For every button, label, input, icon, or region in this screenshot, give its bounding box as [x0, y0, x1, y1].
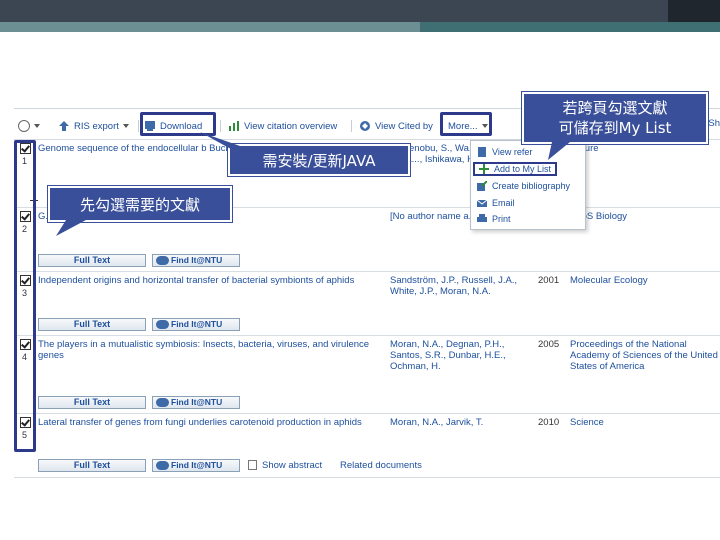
find-it-logo-icon [156, 398, 169, 407]
related-documents-link[interactable]: Related documents [340, 460, 422, 471]
toolbar-divider [220, 120, 221, 132]
chevron-down-icon[interactable] [34, 124, 40, 128]
bar-chart-icon [229, 121, 239, 131]
find-it-button[interactable]: Find It@NTU [152, 318, 240, 331]
select-all-control[interactable] [18, 118, 40, 134]
java-callout-tail [200, 132, 240, 154]
table-row: 3 Independent origins and horizontal tra… [14, 272, 720, 336]
more-highlight [440, 112, 492, 136]
envelope-icon [477, 199, 487, 207]
table-row: 5 Lateral transfer of genes from fungi u… [14, 414, 720, 478]
slide-top-bar-accent [668, 0, 720, 22]
find-it-label: Find It@NTU [171, 397, 223, 407]
find-it-logo-icon [156, 461, 169, 470]
find-it-logo-icon [156, 320, 169, 329]
my-list-callout-tail [548, 142, 570, 160]
chevron-down-icon[interactable] [122, 124, 129, 128]
plus-icon [479, 164, 489, 174]
author-links[interactable]: Moran, N.A., Jarvik, T. [390, 417, 530, 428]
view-cited-by-label: View Cited by [375, 120, 433, 132]
show-abstract-link[interactable]: Show abstract [262, 460, 322, 471]
table-row: 4 The players in a mutualistic symbiosis… [14, 336, 720, 414]
source-title-link[interactable]: Science [570, 417, 720, 428]
menu-item-print[interactable]: Print [477, 212, 511, 225]
select-all-checkbox[interactable] [18, 120, 30, 132]
ris-export-icon [59, 121, 69, 131]
full-text-button[interactable]: Full Text [38, 254, 146, 267]
source-title-link[interactable]: PLoS Biology [570, 211, 720, 222]
menu-item-email[interactable]: Email [477, 196, 515, 209]
select-callout-tail [56, 220, 86, 236]
slide-accent-bar-dark [420, 22, 720, 32]
find-it-label: Find It@NTU [171, 460, 223, 470]
install-java-callout: 需安裝/更新JAVA [227, 143, 411, 177]
my-list-callout: 若跨頁勾選文獻 可儲存到My List [521, 91, 709, 145]
my-list-callout-line2: 可儲存到My List [558, 119, 672, 137]
document-title-link[interactable]: Lateral transfer of genes from fungi und… [38, 417, 378, 428]
menu-item-label: Email [492, 197, 515, 208]
view-citation-overview-label: View citation overview [244, 120, 338, 132]
full-text-button[interactable]: Full Text [38, 459, 146, 472]
source-title-link[interactable]: Nature [570, 143, 720, 154]
author-links[interactable]: Moran, N.A., Degnan, P.H., Santos, S.R.,… [390, 339, 530, 372]
checkbox-column-highlight [14, 140, 36, 452]
publication-year: 2005 [538, 339, 560, 350]
menu-item-add-to-my-list[interactable]: Add to My List [473, 162, 558, 176]
toolbar-divider [138, 120, 139, 132]
pen-icon [477, 180, 487, 191]
menu-item-view-references[interactable]: View refer [477, 145, 532, 158]
document-title-link[interactable]: Independent origins and horizontal trans… [38, 275, 378, 286]
toolbar-divider [351, 120, 352, 132]
ris-export-button[interactable]: RIS export [58, 118, 129, 134]
find-it-label: Find It@NTU [171, 319, 223, 329]
source-title-link[interactable]: Molecular Ecology [570, 275, 720, 286]
full-text-button[interactable]: Full Text [38, 318, 146, 331]
menu-item-label: Create bibliography [492, 180, 571, 191]
publication-year: 2001 [538, 275, 560, 286]
full-text-button[interactable]: Full Text [38, 396, 146, 409]
find-it-button[interactable]: Find It@NTU [152, 254, 240, 267]
menu-item-label: Print [492, 213, 511, 224]
ris-export-label: RIS export [74, 120, 119, 132]
abstract-icon [248, 460, 257, 470]
document-title-link[interactable]: The players in a mutualistic symbiosis: … [38, 339, 378, 361]
view-citation-overview-button[interactable]: View citation overview [228, 118, 337, 134]
menu-item-label: Add to My List [494, 164, 552, 174]
menu-item-label: View refer [492, 146, 533, 157]
find-it-button[interactable]: Find It@NTU [152, 459, 240, 472]
menu-item-create-bibliography[interactable]: Create bibliography [477, 179, 570, 192]
author-links[interactable]: Sandström, J.P., Russell, J.A., White, J… [390, 275, 530, 297]
slide-top-bar [0, 0, 720, 22]
cited-by-icon [360, 121, 370, 131]
my-list-callout-line1: 若跨頁勾選文獻 [562, 99, 668, 117]
printer-icon [477, 213, 487, 222]
find-it-label: Find It@NTU [171, 255, 223, 265]
view-cited-by-button[interactable]: View Cited by [359, 118, 433, 134]
truncated-header-text: Sh [708, 118, 720, 129]
find-it-logo-icon [156, 256, 169, 265]
select-documents-callout: 先勾選需要的文獻 [47, 185, 233, 223]
source-title-link[interactable]: Proceedings of the National Academy of S… [570, 339, 720, 372]
find-it-button[interactable]: Find It@NTU [152, 396, 240, 409]
document-icon [478, 146, 486, 157]
publication-year: 2010 [538, 417, 560, 428]
